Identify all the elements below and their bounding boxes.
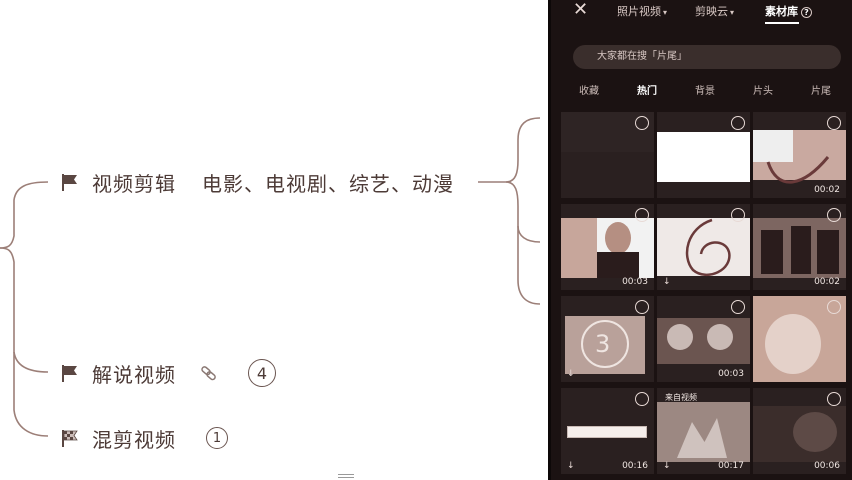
flag-icon xyxy=(62,174,77,191)
duration-label: 00:02 xyxy=(814,185,840,195)
tab-label: 剪映云 xyxy=(695,5,728,18)
download-icon[interactable]: ↓ xyxy=(663,461,671,471)
scroll-indicator xyxy=(338,474,354,478)
material-item[interactable]: 00:02 xyxy=(753,204,846,290)
select-circle-icon[interactable] xyxy=(731,116,745,130)
select-circle-icon[interactable] xyxy=(635,208,649,222)
duration-label: 00:03 xyxy=(622,277,648,287)
node-commentary-video[interactable]: 解说视频 4 xyxy=(60,358,276,388)
download-icon[interactable]: ↓ xyxy=(567,461,575,471)
category-outro[interactable]: 片尾 xyxy=(811,82,831,97)
download-icon[interactable]: ↓ xyxy=(663,277,671,287)
material-item[interactable] xyxy=(561,112,654,198)
tab-label: 素材库 xyxy=(765,5,798,18)
attachment-icon[interactable] xyxy=(198,362,220,384)
select-circle-icon[interactable] xyxy=(635,116,649,130)
select-circle-icon[interactable] xyxy=(635,300,649,314)
tab-material-library[interactable]: 素材库? xyxy=(765,3,812,19)
category-intro[interactable]: 片头 xyxy=(753,82,773,97)
countdown-number: 3 xyxy=(595,330,611,358)
chevron-down-icon: ▾ xyxy=(730,8,735,17)
material-item[interactable] xyxy=(753,296,846,382)
material-item[interactable]: 00:03 xyxy=(561,204,654,290)
count-badge: 1 xyxy=(206,427,228,449)
node-video-editing[interactable]: 视频剪辑 电影、电视剧、综艺、动漫 xyxy=(60,167,454,197)
duration-label: 00:16 xyxy=(622,461,648,471)
category-hot[interactable]: 热门 xyxy=(637,82,657,97)
node-label: 混剪视频 xyxy=(92,427,176,452)
material-item[interactable]: ↓ 00:16 xyxy=(561,388,654,474)
close-icon[interactable]: ✕ xyxy=(573,0,588,20)
count-badge: 4 xyxy=(248,359,276,387)
material-item[interactable]: 00:06 xyxy=(753,388,846,474)
tab-photos-videos[interactable]: 照片视频 ▾ xyxy=(617,3,667,19)
select-circle-icon[interactable] xyxy=(827,208,841,222)
tab-cloud[interactable]: 剪映云 ▾ xyxy=(695,3,734,19)
flag-icon xyxy=(62,365,77,382)
search-placeholder: 大家都在搜「片尾」 xyxy=(597,51,687,62)
source-tag: 来自视频 xyxy=(665,393,697,402)
node-label: 视频剪辑 xyxy=(92,171,176,196)
search-input[interactable]: 大家都在搜「片尾」 xyxy=(573,45,841,69)
node-label: 解说视频 xyxy=(92,362,176,387)
checkered-flag-icon xyxy=(62,430,78,447)
select-circle-icon[interactable] xyxy=(635,392,649,406)
material-item[interactable] xyxy=(657,112,750,198)
category-favorites[interactable]: 收藏 xyxy=(579,82,599,97)
select-circle-icon[interactable] xyxy=(731,300,745,314)
download-icon[interactable]: ↓ xyxy=(567,369,575,379)
duration-label: 00:03 xyxy=(718,369,744,379)
tab-label: 照片视频 xyxy=(617,5,661,18)
node-mashup-video[interactable]: 混剪视频 1 xyxy=(60,423,228,453)
mind-map: 视频剪辑 电影、电视剧、综艺、动漫 解说视频 4 混剪视频 1 xyxy=(0,0,548,480)
node-description: 电影、电视剧、综艺、动漫 xyxy=(202,171,454,196)
material-item[interactable]: 3 ↓ xyxy=(561,296,654,382)
phone-screen: ✕ 照片视频 ▾ 剪映云 ▾ 素材库? 大家都在搜「片尾」 收藏 热门 背景 片头 … xyxy=(548,0,852,480)
select-circle-icon[interactable] xyxy=(731,208,745,222)
category-tabs: 收藏 热门 背景 片头 片尾 xyxy=(551,82,852,98)
material-item[interactable]: 00:03 xyxy=(657,296,750,382)
duration-label: 00:17 xyxy=(718,461,744,471)
active-tab-indicator xyxy=(765,22,799,24)
help-icon[interactable]: ? xyxy=(801,7,812,18)
material-item[interactable]: 来自视频 ↓ 00:17 xyxy=(657,388,750,474)
category-background[interactable]: 背景 xyxy=(695,82,715,97)
duration-label: 00:06 xyxy=(814,461,840,471)
mind-map-connectors xyxy=(0,117,541,437)
material-item[interactable]: ↓ xyxy=(657,204,750,290)
chevron-down-icon: ▾ xyxy=(663,8,668,17)
select-circle-icon[interactable] xyxy=(827,116,841,130)
scribble-graphic xyxy=(685,218,731,276)
select-circle-icon[interactable] xyxy=(827,392,841,406)
top-bar: ✕ 照片视频 ▾ 剪映云 ▾ 素材库? xyxy=(551,0,852,22)
material-item[interactable]: 00:02 xyxy=(753,112,846,198)
duration-label: 00:02 xyxy=(814,277,840,287)
select-circle-icon[interactable] xyxy=(827,300,841,314)
